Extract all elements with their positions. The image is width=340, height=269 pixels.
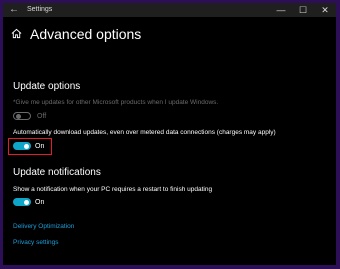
back-arrow-icon[interactable]: ← — [7, 4, 21, 16]
other-products-toggle[interactable] — [13, 112, 31, 120]
settings-window: ← Settings — ☐ ✕ Advanced options Update… — [3, 3, 336, 265]
metered-download-state: On — [35, 142, 45, 150]
metered-download-toggle[interactable] — [13, 142, 31, 150]
window-title: Settings — [27, 6, 53, 13]
minimize-button[interactable]: — — [273, 3, 289, 17]
maximize-button[interactable]: ☐ — [295, 3, 311, 17]
toggle-knob — [24, 199, 29, 205]
toggle-knob — [24, 143, 29, 149]
home-icon[interactable] — [11, 28, 22, 39]
restart-notification-toggle[interactable] — [13, 198, 31, 206]
toggle-knob — [16, 113, 21, 119]
delivery-optimization-link[interactable]: Delivery Optimization — [13, 222, 74, 231]
other-products-state: Off — [37, 112, 47, 120]
metered-download-label: Automatically download updates, even ove… — [13, 129, 276, 136]
other-products-label: *Give me updates for other Microsoft pro… — [13, 99, 219, 106]
update-notifications-heading: Update notifications — [13, 167, 101, 178]
close-button[interactable]: ✕ — [317, 3, 333, 17]
restart-notification-label: Show a notification when your PC require… — [13, 186, 213, 193]
restart-notification-state: On — [35, 198, 45, 206]
title-bar: ← Settings — ☐ ✕ — [3, 3, 336, 17]
privacy-settings-link[interactable]: Privacy settings — [13, 238, 59, 247]
page-title: Advanced options — [30, 26, 142, 42]
update-options-heading: Update options — [13, 81, 81, 92]
